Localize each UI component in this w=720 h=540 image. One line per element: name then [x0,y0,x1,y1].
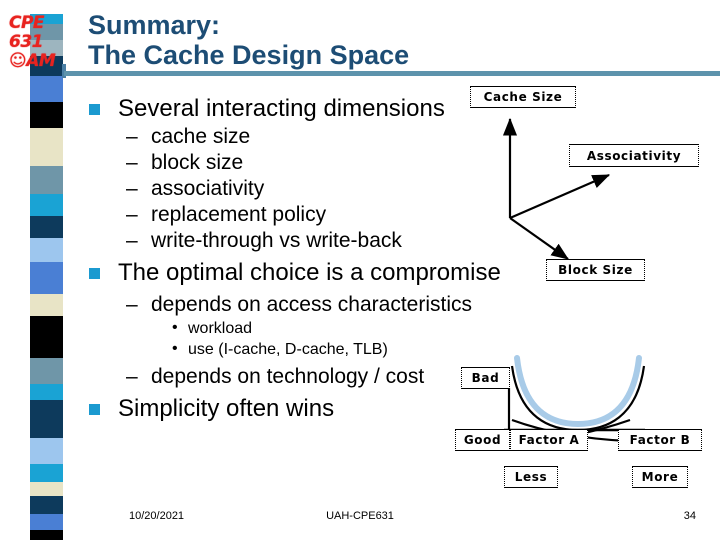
graph-label-factor-b: Factor B [618,429,702,451]
graph-label-good: Good [455,429,510,451]
bullet-level2-write-policy: – write-through vs write-back [86,228,516,254]
bullet-level2-technology-cost-label: depends on technology / cost [151,365,425,388]
diagram-box-cache-size: Cache Size [470,86,576,108]
strip-band-12 [30,262,63,294]
dash-bullet-icon: – [126,151,138,174]
square-bullet-icon [89,404,100,415]
page-title: Summary: The Cache Design Space [88,10,588,70]
strip-band-7 [30,128,63,166]
bullet-level1-optimal-choice-label: The optimal choice is a compromise [118,259,501,286]
bullet-level2-associativity-label: associativity [151,177,265,200]
dash-bullet-icon: – [126,203,138,226]
strip-band-6 [30,102,63,128]
dash-bullet-icon: – [126,229,138,252]
bullet-level1-dimensions-label: Several interacting dimensions [118,95,445,122]
strip-band-11 [30,238,63,262]
graph-label-factor-a: Factor A [510,429,588,451]
dot-bullet-icon: • [172,340,178,357]
bullet-level2-replacement-policy: – replacement policy [86,202,516,228]
strip-band-8 [30,166,63,194]
title-line-2: The Cache Design Space [88,40,410,70]
footer-page-number: 34 [683,510,696,522]
graph-label-less-text: Less [514,470,548,484]
graph-label-more: More [632,466,688,488]
decorative-color-strip [30,0,63,540]
dash-bullet-icon: – [126,365,138,388]
strip-band-16 [30,384,63,400]
bullet-level3-workload-label: workload [188,320,253,337]
strip-band-19 [30,464,63,482]
bullet-level2-replacement-policy-label: replacement policy [151,203,327,226]
bullet-level2-technology-cost: – depends on technology / cost [86,364,516,390]
strip-band-10 [30,216,63,238]
dash-bullet-icon: – [126,125,138,148]
dot-bullet-icon: • [172,319,178,336]
bullet-level1-simplicity: Simplicity often wins [86,394,516,424]
graph-label-bad-text: Bad [471,371,500,385]
graph-label-more-text: More [641,470,679,484]
bullet-level1-simplicity-label: Simplicity often wins [118,395,335,422]
diagram-box-cache-size-label: Cache Size [483,90,563,104]
diagram-box-block-size-label: Block Size [558,263,633,277]
strip-band-23 [30,530,63,540]
strip-band-5 [30,76,63,102]
bullet-level1-optimal-choice: The optimal choice is a compromise [86,258,516,288]
strip-band-9 [30,194,63,216]
dash-bullet-icon: – [126,177,138,200]
bullet-level2-write-policy-label: write-through vs write-back [151,229,402,252]
bullet-level2-access-characteristics: – depends on access characteristics [86,292,516,318]
slide-canvas: CPE 631 ☺AM Summary: The Cache Design Sp… [0,0,720,540]
footer-course: UAH-CPE631 [326,510,394,522]
bullet-level2-access-characteristics-label: depends on access characteristics [151,293,472,316]
graph-label-factor-b-text: Factor B [629,433,691,447]
strip-band-13 [30,294,63,316]
bullet-level2-block-size-label: block size [151,151,244,174]
logo-line-631: 631 [9,32,44,52]
strip-band-0 [30,0,63,14]
square-bullet-icon [89,104,100,115]
strip-band-20 [30,482,63,496]
bullet-level2-cache-size: – cache size [86,124,516,150]
graph-label-factor-a-text: Factor A [518,433,580,447]
logo-line-cpe: CPE [9,13,45,33]
course-logo: CPE 631 ☺AM [9,14,71,71]
bullet-level2-block-size: – block size [86,150,516,176]
bullet-level3-workload: • workload [86,318,516,339]
graph-label-bad: Bad [461,367,510,389]
bullet-level2-cache-size-label: cache size [151,125,251,148]
bullet-level3-use-label: use (I-cache, D-cache, TLB) [188,341,388,358]
diagram-box-associativity-label: Associativity [586,148,682,163]
bullet-level3-use: • use (I-cache, D-cache, TLB) [86,339,516,360]
strip-band-14 [30,316,63,358]
dash-bullet-icon: – [126,293,138,316]
bullet-level1-dimensions: Several interacting dimensions [86,94,516,124]
diagram-box-associativity: Associativity [569,144,699,167]
title-line-1: Summary: [88,10,221,40]
diagram-box-block-size: Block Size [546,259,645,281]
square-bullet-icon [89,268,100,279]
bullet-level2-associativity: – associativity [86,176,516,202]
graph-label-less: Less [504,466,558,488]
title-divider-rule [64,71,720,76]
strip-band-18 [30,438,63,464]
strip-band-17 [30,400,63,438]
bullet-content: Several interacting dimensions – cache s… [86,94,516,424]
strip-band-15 [30,358,63,384]
graph-label-good-text: Good [463,433,502,447]
